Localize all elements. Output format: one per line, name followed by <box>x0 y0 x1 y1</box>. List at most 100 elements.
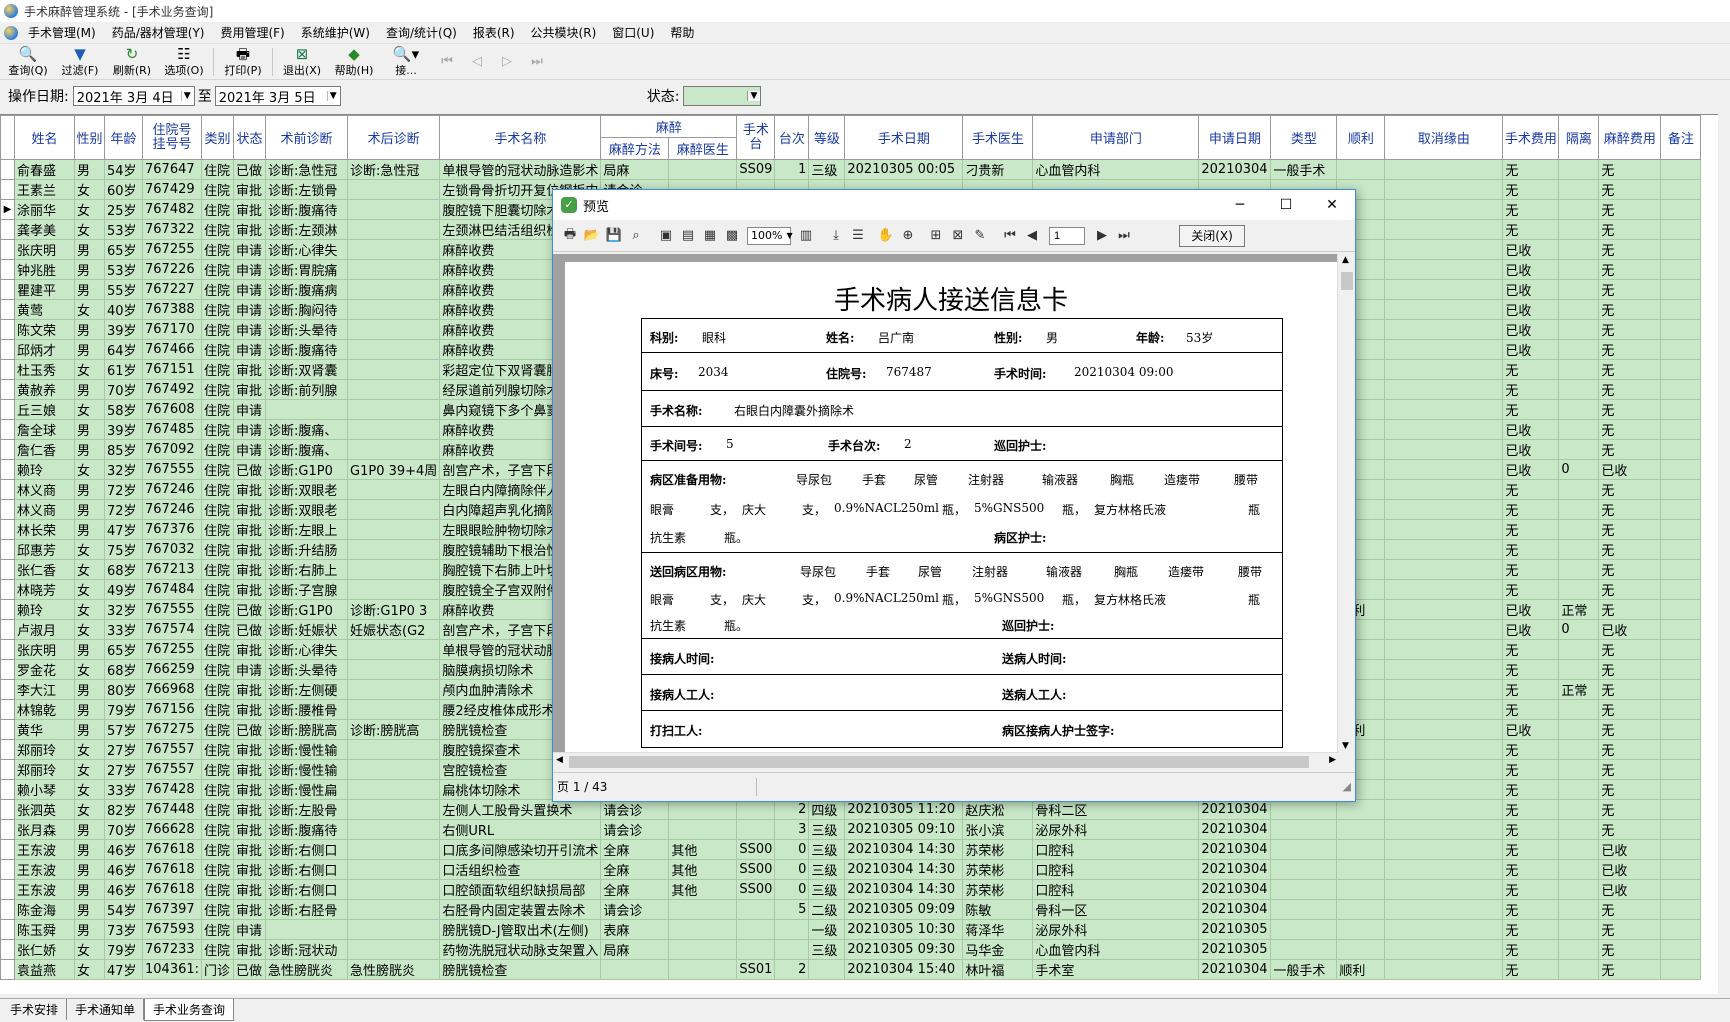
col-header[interactable]: 手术费用 <box>1502 115 1560 160</box>
row-indicator[interactable] <box>0 659 15 680</box>
find-icon[interactable]: ⌕ <box>625 228 647 243</box>
col-header[interactable]: 住院号 挂号号 <box>141 115 203 160</box>
col-header[interactable]: 手术名称 <box>439 115 602 160</box>
row-indicator[interactable] <box>0 299 15 320</box>
more-button[interactable]: 🔍▾ 接... <box>380 45 432 79</box>
row-indicator[interactable] <box>0 959 15 980</box>
row-indicator[interactable] <box>0 539 15 560</box>
row-indicator[interactable] <box>0 859 15 880</box>
table-row[interactable]: 王东波男 46岁 767618 住院 审批 诊断:右侧口 口活组织检查 全麻 其他 SS00 0 三级… <box>0 859 1702 880</box>
row-indicator[interactable] <box>0 819 15 840</box>
edit-page-icon[interactable]: ✎ <box>969 228 991 243</box>
scroll-up-icon[interactable]: ▲ <box>1342 255 1349 265</box>
query-button[interactable]: 🔍 查询(Q) <box>2 45 54 79</box>
row-indicator[interactable] <box>0 359 15 380</box>
row-indicator[interactable] <box>0 579 15 600</box>
last-record-icon[interactable]: ⏭ <box>522 54 552 69</box>
row-indicator[interactable] <box>0 399 15 420</box>
add-page-icon[interactable]: ⊞ <box>925 228 947 243</box>
minimize-icon[interactable]: ─ <box>1217 197 1263 213</box>
export-icon[interactable]: ⤓ <box>825 228 847 243</box>
first-page-icon[interactable]: ⏮ <box>999 228 1021 243</box>
row-indicator[interactable] <box>0 519 15 540</box>
row-indicator[interactable] <box>0 179 15 200</box>
menu-reports[interactable]: 报表(R) <box>465 24 523 41</box>
options-button[interactable]: ☷ 选项(O) <box>158 45 210 79</box>
row-indicator[interactable] <box>0 559 15 580</box>
col-header[interactable]: 术前诊断 <box>265 115 349 160</box>
col-header[interactable]: 麻醉医生 <box>668 137 738 160</box>
row-indicator[interactable] <box>0 439 15 460</box>
col-header[interactable]: 状态 <box>233 115 267 160</box>
menu-query[interactable]: 查询/统计(Q) <box>378 24 465 41</box>
menu-public[interactable]: 公共模块(R) <box>523 24 605 41</box>
tree-icon[interactable]: ☰ <box>847 228 869 243</box>
scroll-down-icon[interactable]: ▼ <box>1342 741 1349 751</box>
col-header[interactable]: 类别 <box>201 115 235 160</box>
row-indicator[interactable] <box>0 679 15 700</box>
print-button[interactable]: 🖶 打印(P) <box>217 45 269 79</box>
row-indicator[interactable] <box>0 259 15 280</box>
menu-drugs[interactable]: 药品/器材管理(Y) <box>104 24 213 41</box>
outline-icon[interactable]: ▥ <box>795 228 817 243</box>
row-indicator[interactable] <box>0 839 15 860</box>
col-header[interactable]: 手术台 <box>736 115 776 160</box>
row-indicator[interactable] <box>0 499 15 520</box>
row-indicator[interactable] <box>0 639 15 660</box>
col-header[interactable]: 隔离 <box>1558 115 1600 160</box>
row-indicator[interactable] <box>0 419 15 440</box>
tab-surgery-notice[interactable]: 手术通知单 <box>67 999 145 1020</box>
col-header[interactable]: 取消缘由 <box>1384 115 1504 160</box>
refresh-button[interactable]: ↻ 刷新(R) <box>106 45 158 79</box>
tab-surgery-query[interactable]: 手术业务查询 <box>144 999 235 1021</box>
help-button[interactable]: ◆ 帮助(H) <box>328 45 380 79</box>
preview-canvas[interactable]: 手术病人接送信息卡 科别: 眼科 姓名: 吕广南 性别: 男 年龄: 53岁 床… <box>553 254 1337 752</box>
exit-button[interactable]: ⊠ 退出(X) <box>276 45 328 79</box>
row-indicator[interactable] <box>0 479 15 500</box>
col-header[interactable]: 手术日期 <box>844 115 964 160</box>
row-indicator[interactable] <box>0 279 15 300</box>
row-indicator[interactable] <box>0 759 15 780</box>
row-indicator[interactable] <box>0 599 15 620</box>
date-to-picker[interactable]: 2021年 3月 5日 ▼ <box>214 86 341 106</box>
next-record-icon[interactable]: ▷ <box>492 54 522 69</box>
row-indicator[interactable]: ▶ <box>0 199 15 220</box>
filter-button[interactable]: ▼ 过滤(F) <box>54 45 106 79</box>
row-indicator[interactable] <box>0 219 15 240</box>
delete-page-icon[interactable]: ⊠ <box>947 228 969 243</box>
print-icon[interactable]: 🖶 <box>559 225 581 247</box>
open-folder-icon[interactable]: 📂 <box>581 228 603 243</box>
scroll-thumb[interactable] <box>1341 272 1353 290</box>
menu-fees[interactable]: 费用管理(F) <box>212 24 292 41</box>
row-indicator[interactable] <box>0 699 15 720</box>
col-header[interactable]: 麻醉费用 <box>1598 115 1662 160</box>
col-header[interactable]: 等级 <box>808 115 846 160</box>
row-indicator[interactable] <box>0 619 15 640</box>
scroll-right-icon[interactable]: ▶ <box>1329 755 1336 765</box>
col-header[interactable]: 顺利 <box>1336 115 1386 160</box>
col-header[interactable]: 姓名 <box>14 115 75 160</box>
page-number-input[interactable] <box>1049 226 1085 245</box>
table-row[interactable]: 陈金海男 54岁 767397 住院 审批 诊断:右胫骨 右胫骨内固定装置去除术 请会诊 5 二级… <box>0 899 1702 920</box>
menu-system[interactable]: 系统维护(W) <box>293 24 378 41</box>
zoom-in-icon[interactable]: ⊕ <box>897 228 919 243</box>
vertical-scrollbar[interactable]: ▲ ▼ <box>1337 254 1355 752</box>
table-row[interactable]: 陈玉舜男 73岁 767593 住院 申请 膀胱镜D-J管取出术(左侧) 表麻 一级 20210… <box>0 919 1702 940</box>
hand-tool-icon[interactable]: ✋ <box>875 228 897 243</box>
prev-record-icon[interactable]: ◁ <box>462 54 492 69</box>
close-preview-button[interactable]: 关闭(X) <box>1179 224 1245 247</box>
scroll-thumb[interactable] <box>569 756 1309 768</box>
table-row[interactable]: 张泗英女 82岁 767448 住院 审批 诊断:左股骨 左侧人工股骨头置换术 请会诊 2 四级 2… <box>0 799 1702 820</box>
menu-window[interactable]: 窗口(U) <box>604 24 662 41</box>
prev-page-icon[interactable]: ◀ <box>1021 228 1043 243</box>
menu-surgery[interactable]: 手术管理(M) <box>20 24 104 41</box>
menu-help[interactable]: 帮助 <box>662 24 702 41</box>
table-row[interactable]: 俞春盛男 54岁 767647 住院 已做 诊断:急性冠 诊断:急性冠 单根导管的冠状动脉造影… <box>0 159 1702 180</box>
row-indicator[interactable] <box>0 879 15 900</box>
zoom-select[interactable]: 100% ▼ <box>747 226 793 245</box>
row-indicator[interactable] <box>0 239 15 260</box>
table-row[interactable]: 袁益燕女 47岁 104361: 门诊 已做 急性膀胱炎 急性膀胱炎 膀胱镜检查 SS01 2 20… <box>0 959 1702 980</box>
col-header[interactable]: 台次 <box>774 115 810 160</box>
row-indicator[interactable] <box>0 779 15 800</box>
save-icon[interactable]: 💾 <box>603 228 625 243</box>
